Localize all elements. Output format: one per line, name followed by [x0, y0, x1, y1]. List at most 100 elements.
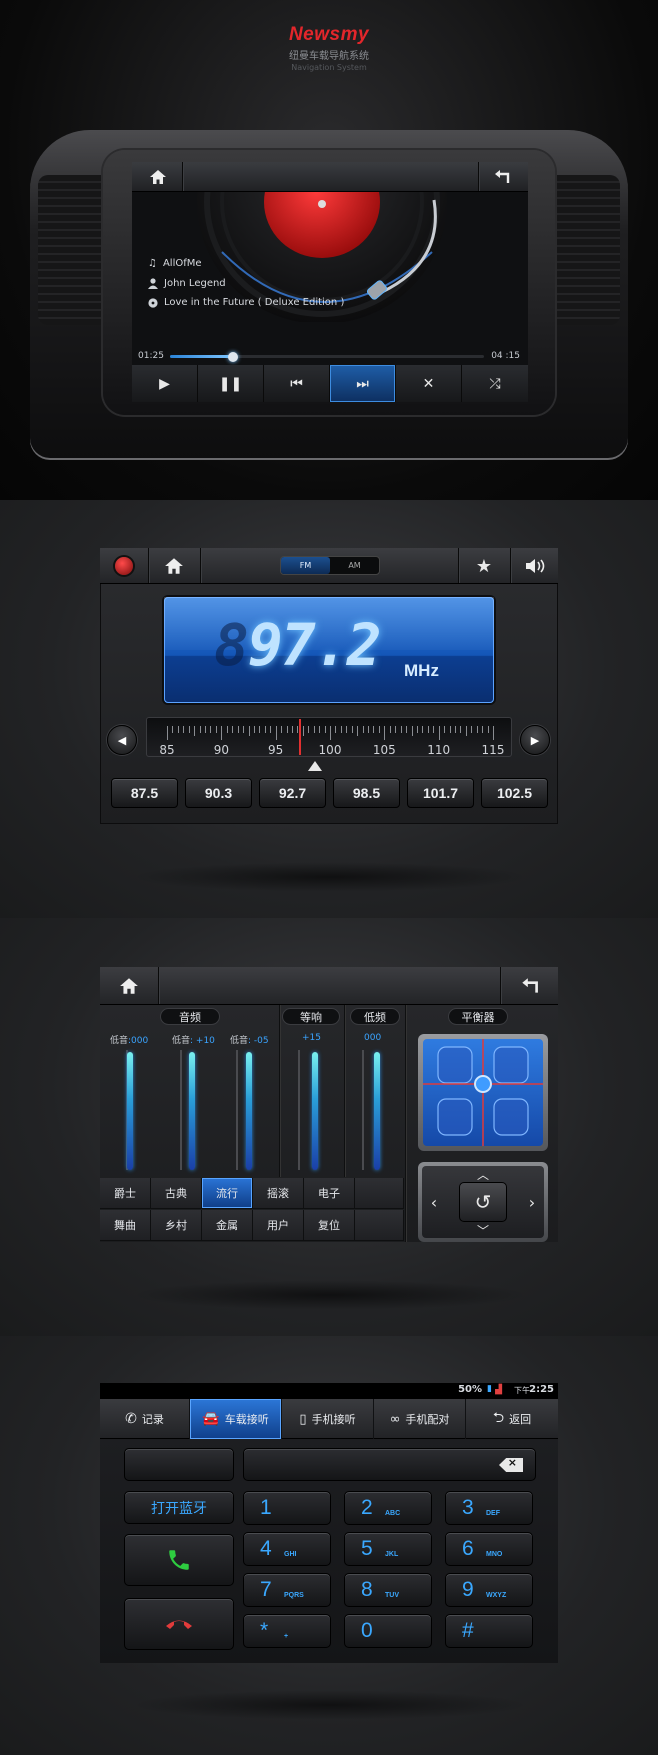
play-button[interactable]: ▶: [132, 365, 198, 402]
bass-slider[interactable]: [374, 1052, 380, 1170]
back-button[interactable]: [482, 162, 522, 192]
loudness-slider[interactable]: [312, 1052, 318, 1170]
eq-slider[interactable]: [246, 1052, 252, 1170]
next-button[interactable]: ⏭: [330, 365, 396, 402]
power-button[interactable]: [104, 548, 144, 584]
tab-phone-pair[interactable]: ∞ 手机配对: [374, 1399, 466, 1439]
scale-tick: [422, 726, 424, 733]
call-button[interactable]: [124, 1534, 234, 1586]
dial-key[interactable]: 5 JKL: [344, 1532, 432, 1566]
balance-right-button[interactable]: ›: [522, 1190, 542, 1214]
eq-preset[interactable]: 爵士: [100, 1178, 151, 1209]
eq-reset[interactable]: 复位: [304, 1210, 355, 1241]
pause-button[interactable]: ❚❚: [198, 365, 264, 402]
band-am[interactable]: AM: [330, 557, 379, 574]
frequency-scale[interactable]: 85 90 95 100 105 110 115: [146, 717, 512, 757]
balance-reset-button[interactable]: ↺: [459, 1182, 507, 1222]
dial-key-letters: TUV: [385, 1592, 399, 1599]
tune-up-button[interactable]: ▶: [520, 725, 550, 755]
tune-down-button[interactable]: ◀: [107, 725, 137, 755]
eq-preset[interactable]: 用户: [253, 1210, 304, 1241]
balance-left-button[interactable]: ‹: [424, 1190, 444, 1214]
dial-key[interactable]: 7 PQRS: [243, 1573, 331, 1607]
preset-button[interactable]: 90.3: [185, 778, 252, 808]
radio-home-button[interactable]: [152, 548, 196, 584]
scale-tick: [406, 726, 408, 733]
dial-key[interactable]: 3 DEF: [445, 1491, 533, 1525]
playback-controls: ▶ ❚❚ ⏮ ⏭ ✕ ⤮: [132, 365, 528, 402]
dial-key[interactable]: * +: [243, 1614, 331, 1648]
dial-key[interactable]: 9 WXYZ: [445, 1573, 533, 1607]
eq-preset[interactable]: 舞曲: [100, 1210, 151, 1241]
mobile-phone-icon: ▯: [299, 1411, 307, 1427]
album-name: Love in the Future ( Deluxe Edition ): [164, 297, 345, 308]
eq-preset[interactable]: 金属: [202, 1210, 253, 1241]
shuffle-icon: ⤮: [489, 375, 501, 392]
battery-icon: ▮: [487, 1384, 492, 1394]
progress-bar[interactable]: [170, 351, 484, 362]
scale-tick: [454, 726, 456, 733]
audio-back-button[interactable]: [504, 967, 556, 1005]
band-fm[interactable]: FM: [281, 557, 330, 574]
dial-key-digit: 7: [260, 1578, 272, 1601]
scale-tick: [194, 726, 196, 736]
preset-button[interactable]: 92.7: [259, 778, 326, 808]
shuffle-button[interactable]: ⤮: [462, 365, 528, 402]
chevron-down-icon: ﹀: [476, 1223, 489, 1238]
preset-button[interactable]: 101.7: [407, 778, 474, 808]
scale-tick: [177, 726, 179, 733]
preset-button[interactable]: 98.5: [333, 778, 400, 808]
dial-key[interactable]: 8 TUV: [344, 1573, 432, 1607]
tab-call-log[interactable]: ✆ 记录: [100, 1399, 190, 1439]
balance-tag: 平衡器: [448, 1008, 508, 1025]
dial-key[interactable]: 6 MNO: [445, 1532, 533, 1566]
dial-key[interactable]: #: [445, 1614, 533, 1648]
track-title: AllOfMe: [162, 258, 202, 269]
phone-hangup-icon: [166, 1620, 192, 1629]
eq-preset[interactable]: 电子: [304, 1178, 355, 1209]
scale-tick: [449, 726, 451, 733]
favorite-button[interactable]: ★: [462, 548, 506, 584]
balance-up-button[interactable]: ︿: [471, 1166, 495, 1182]
preset-button[interactable]: 87.5: [111, 778, 178, 808]
audio-home-button[interactable]: [104, 967, 154, 1005]
progress-knob[interactable]: [227, 351, 238, 362]
bluetooth-button[interactable]: 打开蓝牙: [124, 1491, 234, 1524]
dial-key-letters: MNO: [486, 1551, 503, 1558]
eq-preset-active[interactable]: 流行: [202, 1178, 253, 1209]
scale-tick: [378, 726, 380, 733]
dial-key[interactable]: 4 GHI: [243, 1532, 331, 1566]
panel-shadow: [130, 1280, 530, 1310]
scale-tick: [302, 726, 304, 736]
scale-label: 105: [372, 743, 396, 757]
balance-pad[interactable]: [418, 1034, 548, 1151]
preset-button[interactable]: 102.5: [481, 778, 548, 808]
artist-name: John Legend: [164, 278, 226, 289]
tab-car-answer[interactable]: 🚘 车载接听: [190, 1399, 282, 1439]
previous-button[interactable]: ⏮: [264, 365, 330, 402]
dial-key[interactable]: 2 ABC: [344, 1491, 432, 1525]
balance-down-button[interactable]: ﹀: [471, 1222, 495, 1238]
hangup-button[interactable]: [124, 1598, 234, 1650]
time-elapsed: 01:25: [138, 351, 164, 361]
close-button[interactable]: ✕: [396, 365, 462, 402]
number-display[interactable]: ×: [243, 1448, 536, 1481]
eq-preset[interactable]: 摇滚: [253, 1178, 304, 1209]
dial-key-letters: PQRS: [284, 1592, 304, 1599]
scale-tick: [362, 726, 364, 733]
volume-button[interactable]: [514, 548, 558, 584]
dial-key[interactable]: 1: [243, 1491, 331, 1525]
eq-slider[interactable]: [189, 1052, 195, 1170]
eq-preset[interactable]: 乡村: [151, 1210, 202, 1241]
tab-back[interactable]: ⮌ 返回: [466, 1399, 558, 1439]
eq-slider[interactable]: [127, 1052, 133, 1170]
dial-key[interactable]: 0: [344, 1614, 432, 1648]
eq-preset[interactable]: 古典: [151, 1178, 202, 1209]
band-switch[interactable]: FM AM: [280, 556, 380, 575]
home-button[interactable]: [138, 162, 178, 192]
scale-tick: [471, 726, 473, 733]
scale-label: 110: [427, 743, 451, 757]
blank-button[interactable]: [124, 1448, 234, 1481]
tab-phone-answer[interactable]: ▯ 手机接听: [282, 1399, 374, 1439]
progress-fill: [170, 355, 233, 358]
